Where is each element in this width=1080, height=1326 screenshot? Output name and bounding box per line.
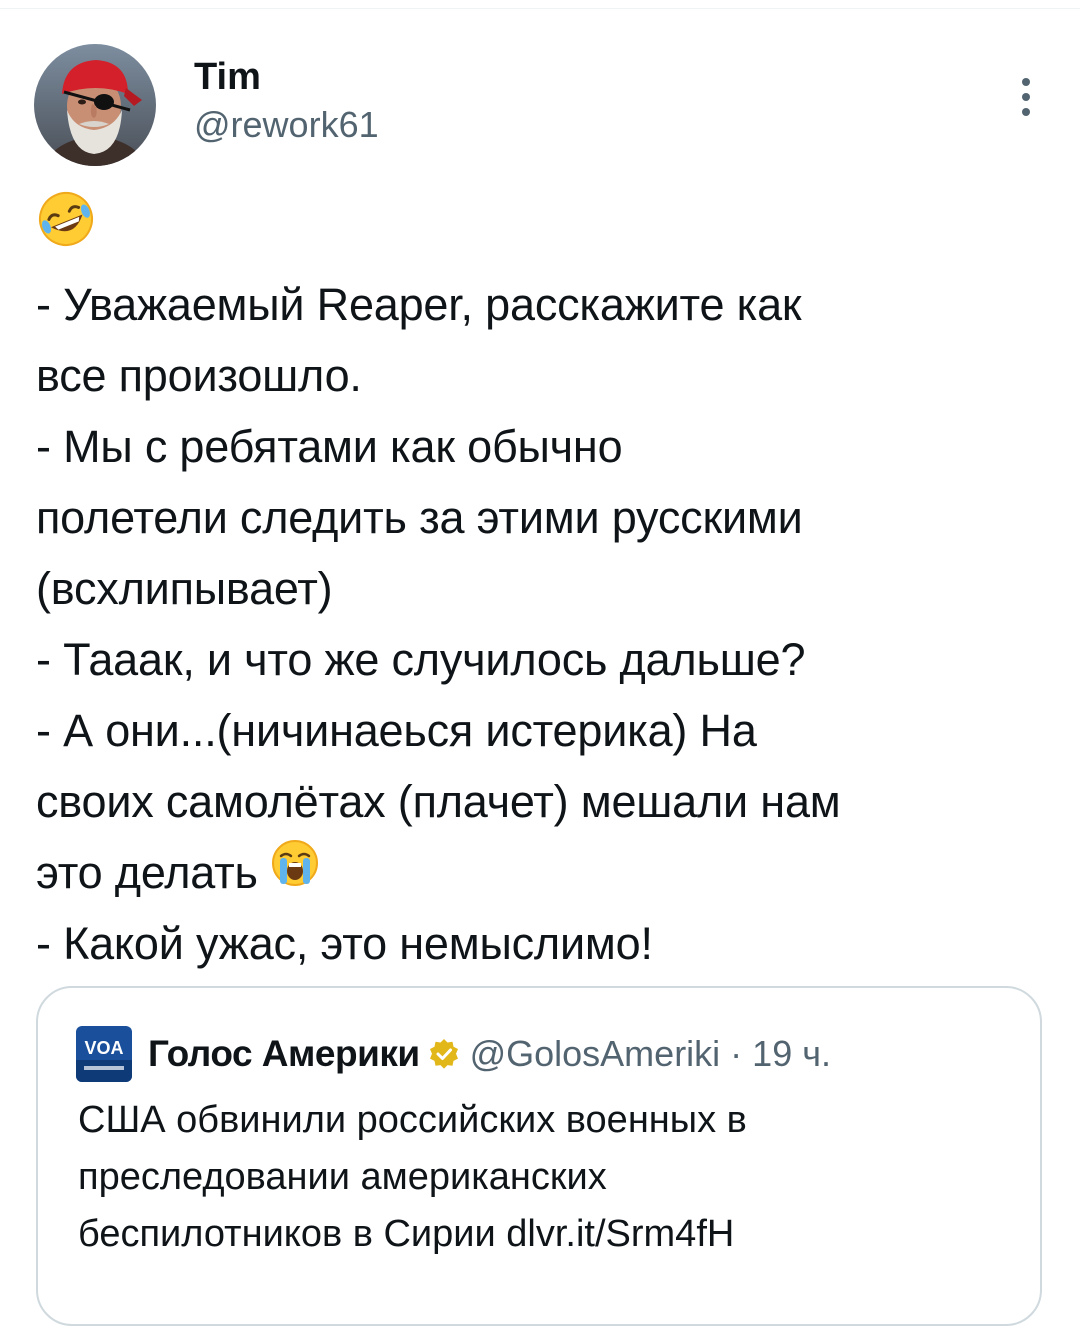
top-divider [0,8,1080,9]
quoted-line: беспилотников в Сирии dlvr.it/Srm4fH [78,1213,735,1255]
voa-logo-icon: VOA [76,1026,132,1082]
author-handle[interactable]: @rework61 [194,102,379,148]
quoted-tweet-text: США обвинили российских военных в пресле… [78,1092,1008,1263]
separator-dot: · [730,1033,743,1074]
verified-badge-icon [428,1038,460,1070]
tweet-line: (всхлипывает) [36,563,333,615]
tweet-line: это делать [36,847,258,899]
quoted-timestamp[interactable]: 19 ч. [752,1033,831,1075]
tweet-line: - Уважаемый Reaper, расскажите как [36,279,802,331]
quoted-tweet-header: VOA Голос Америки @GolosAmeriki · 19 ч. [76,1026,831,1082]
tweet-line: - А они...(ничинаеься истерика) На [36,705,757,757]
tweet-line: - Тааак, и что же случилось дальше? [36,634,806,686]
rolling-on-floor-laughing-icon [36,189,96,269]
more-options-icon[interactable] [1016,74,1036,120]
quoted-handle[interactable]: @GolosAmeriki [470,1033,721,1075]
quoted-display-name[interactable]: Голос Америки [148,1033,420,1075]
tweet-line: все произошло. [36,350,362,402]
author-display-name[interactable]: Tim [194,54,379,100]
quoted-line: США обвинили российских военных в [78,1099,747,1141]
avatar[interactable] [34,44,156,166]
tweet-text: - Уважаемый Reaper, расскажите как все п… [36,192,1046,979]
tweet-line: - Какой ужас, это немыслимо! [36,918,653,970]
tweet-line: своих самолётах (плачет) мешали нам [36,776,841,828]
voa-logo-text: VOA [84,1038,123,1058]
tweet-line-with-emoji: это делать [36,837,1046,908]
quoted-line: преследовании американских [78,1156,607,1198]
tweet-line: - Мы с ребятами как обычно [36,421,623,473]
tweet-line: полетели следить за этими русскими [36,492,803,544]
quoted-tweet-card[interactable]: VOA Голос Америки @GolosAmeriki · 19 ч. … [36,986,1042,1326]
tweet-header: Tim @rework61 [34,44,1044,174]
loudly-crying-icon [270,837,320,908]
tweet-line [36,192,1046,269]
